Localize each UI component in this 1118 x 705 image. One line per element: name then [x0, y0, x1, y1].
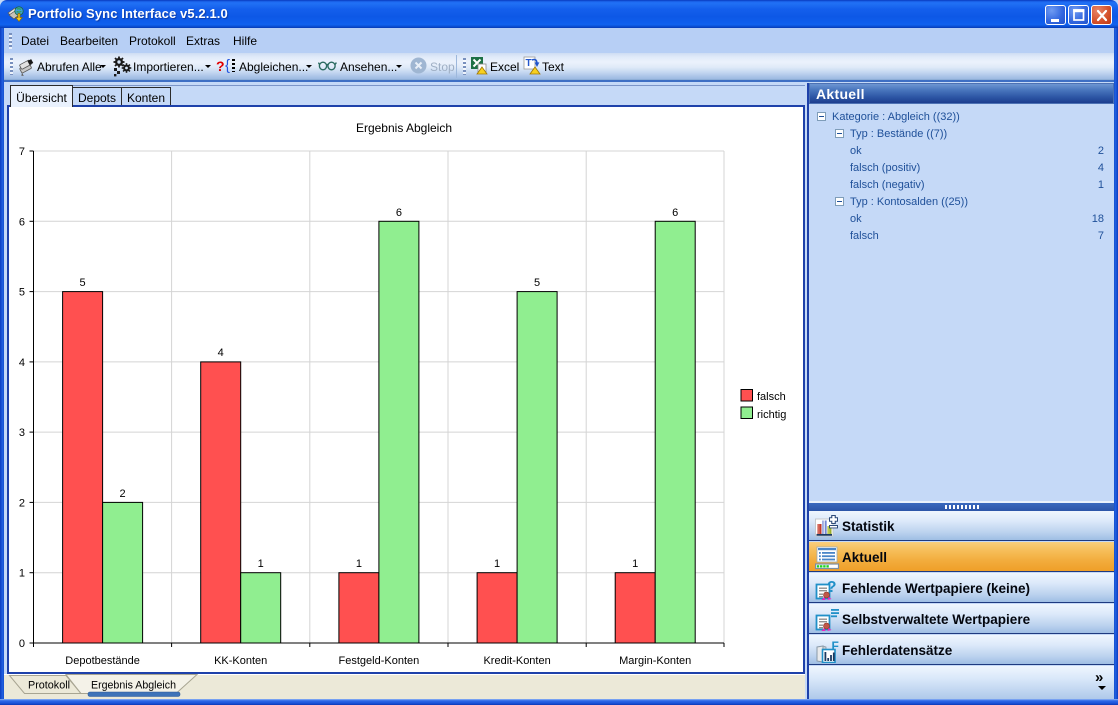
svg-text:2: 2 — [120, 488, 126, 500]
svg-text:Margin-Konten: Margin-Konten — [619, 655, 691, 667]
svg-text:Ergebnis Abgleich: Ergebnis Abgleich — [356, 121, 452, 135]
svg-text:1: 1 — [356, 558, 362, 570]
svg-text:5: 5 — [534, 277, 540, 289]
svg-text:T: T — [526, 58, 532, 69]
svg-text:Ergebnis Abgleich: Ergebnis Abgleich — [91, 680, 176, 692]
svg-text:0: 0 — [19, 638, 25, 650]
svg-text:1: 1 — [258, 558, 264, 570]
svg-text:4: 4 — [218, 347, 224, 359]
svg-text:6: 6 — [19, 216, 25, 228]
svg-text:Protokoll: Protokoll — [28, 680, 70, 692]
svg-text:KK-Konten: KK-Konten — [214, 655, 267, 667]
svg-text:4: 4 — [19, 357, 25, 369]
svg-text:Depotbestände: Depotbestände — [65, 655, 140, 667]
svg-text:7: 7 — [19, 146, 25, 158]
svg-text:1: 1 — [632, 558, 638, 570]
svg-text:5: 5 — [80, 277, 86, 289]
svg-text:6: 6 — [396, 207, 402, 219]
svg-text:richtig: richtig — [757, 409, 786, 421]
svg-text:2: 2 — [19, 497, 25, 509]
svg-text:F: F — [832, 639, 839, 653]
svg-text:6: 6 — [672, 207, 678, 219]
svg-text:Festgeld-Konten: Festgeld-Konten — [339, 655, 420, 667]
svg-text:Kredit-Konten: Kredit-Konten — [483, 655, 550, 667]
svg-text:1: 1 — [494, 558, 500, 570]
svg-text:falsch: falsch — [757, 391, 786, 403]
svg-text:3: 3 — [19, 427, 25, 439]
svg-text:1: 1 — [19, 568, 25, 580]
svg-text:5: 5 — [19, 287, 25, 299]
